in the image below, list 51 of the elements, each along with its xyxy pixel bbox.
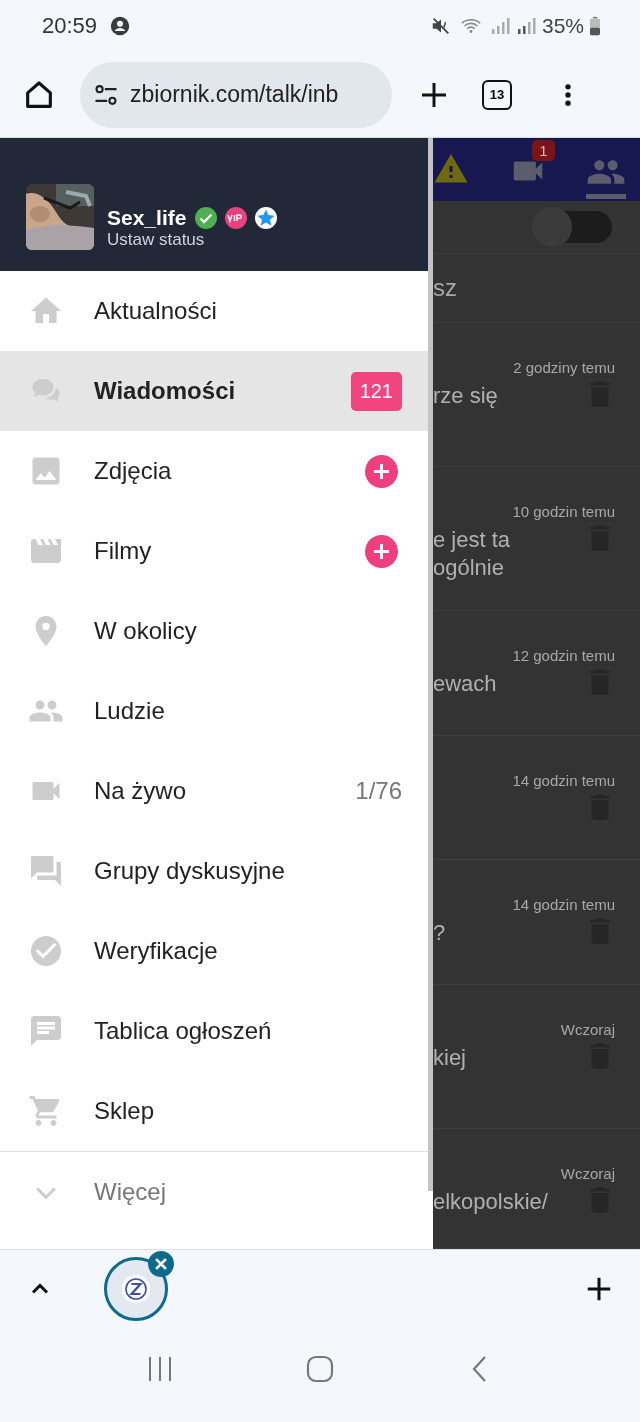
signal-icon [489, 15, 510, 37]
message-preview: ? [433, 919, 446, 947]
notification-badge: 1 [532, 140, 555, 162]
close-icon[interactable] [148, 1251, 174, 1277]
message-time: 14 godzin temu [512, 896, 615, 913]
chevron-icon [35, 1185, 57, 1199]
battery-icon [590, 16, 600, 36]
message-time: Wczoraj [560, 1021, 615, 1038]
menu-item[interactable]: Aktualności [0, 271, 428, 351]
message-preview: e jest ta [433, 526, 511, 554]
message-time: Wczoraj [560, 1165, 615, 1182]
message-time: 2 godziny temu [513, 359, 615, 376]
tab-bubble[interactable] [104, 1257, 168, 1321]
menu-item[interactable]: Grupy dyskusyjne [0, 831, 428, 911]
message-time: 14 godzin temu [512, 772, 615, 789]
message-preview: ogólnie [433, 554, 505, 582]
menu-item[interactable]: Weryfikacje [0, 911, 428, 991]
menu-item[interactable]: Wiadomości 121 [0, 351, 428, 431]
message-icon [28, 1013, 64, 1049]
z-logo-icon [121, 1274, 151, 1304]
status-link[interactable]: Ustaw status [107, 230, 279, 250]
message-time: 12 godzin temu [512, 647, 615, 664]
menu-item[interactable]: Na żywo 1/76 [0, 751, 428, 831]
url-text: zbiornik.com/talk/inb [130, 81, 339, 108]
add-icon[interactable] [365, 454, 398, 488]
message-preview: kiej [433, 1044, 466, 1072]
status-time: 20:59 [42, 13, 98, 39]
search-text: sz [433, 273, 457, 302]
menu-item[interactable]: Filmy [0, 511, 428, 591]
signal-icon [515, 15, 536, 37]
tab-count-button[interactable]: 13 [482, 79, 512, 110]
battery-level: 35% [541, 14, 584, 38]
unread-count-badge: 121 [350, 371, 402, 411]
menu-item[interactable]: Tablica ogłoszeń [0, 991, 428, 1071]
menu-item[interactable]: Sklep [0, 1071, 428, 1151]
verified-icon [194, 206, 219, 230]
message-preview: rze się [433, 382, 498, 410]
live-count: 1/76 [355, 777, 402, 805]
message-time: 10 godzin temu [512, 503, 615, 520]
menu-item[interactable]: W okolicy [0, 591, 428, 671]
address-bar[interactable]: zbiornik.com/talk/inb [80, 61, 392, 128]
message-preview: ewach [433, 670, 497, 698]
menu-item[interactable]: Ludzie [0, 671, 428, 751]
account-icon [109, 15, 132, 37]
vip-icon [224, 206, 249, 230]
home-button-icon[interactable] [305, 1354, 335, 1384]
message-preview: elkopolskie/ [433, 1188, 548, 1216]
user-name: Sex_life [107, 206, 187, 230]
menu-item[interactable]: Zdjęcia [0, 431, 428, 511]
more-item[interactable]: Więcej [0, 1151, 428, 1232]
add-icon[interactable] [365, 534, 398, 568]
